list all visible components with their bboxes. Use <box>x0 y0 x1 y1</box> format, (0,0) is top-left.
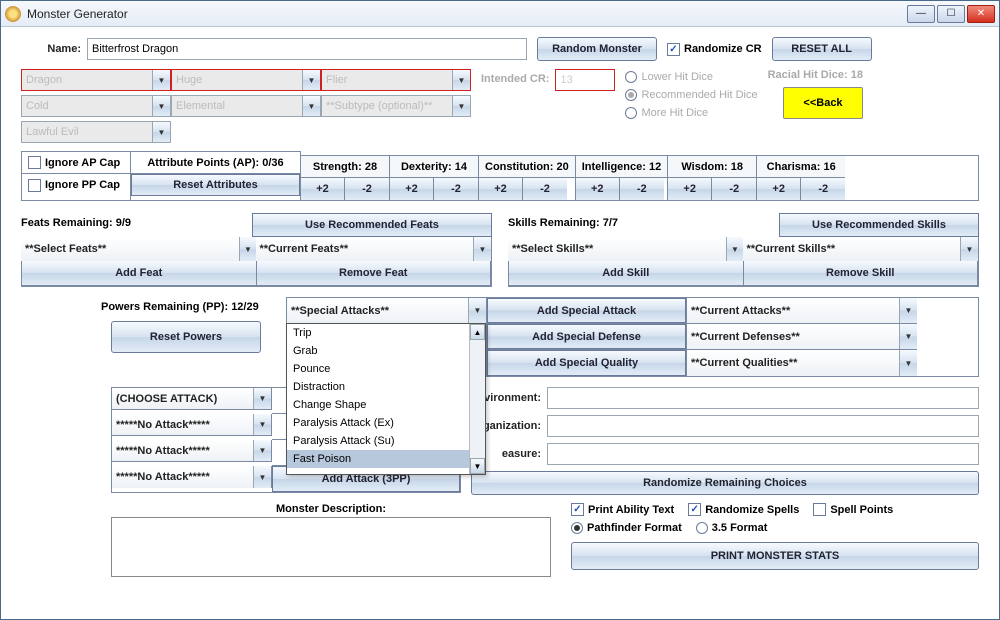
use-rec-feats-button[interactable]: Use Recommended Feats <box>252 213 492 237</box>
attack-slot-1[interactable]: *****No Attack*****▼ <box>112 414 272 436</box>
subtype-dropdown[interactable]: **Subtype (optional)**▼ <box>321 95 471 117</box>
stat-1: Dexterity: 14 <box>390 156 478 178</box>
name-label: Name: <box>21 43 81 55</box>
dropdown-scrollbar[interactable]: ▲ ▼ <box>469 324 485 474</box>
print-stats-button[interactable]: PRINT MONSTER STATS <box>571 542 979 570</box>
stat-plus-1[interactable]: +2 <box>390 178 434 200</box>
select-skills-dropdown[interactable]: **Select Skills**▼ <box>508 237 744 261</box>
dropdown-item-6[interactable]: Paralysis Attack (Su) <box>287 432 469 450</box>
description-label: Monster Description: <box>111 503 551 515</box>
reset-attributes-button[interactable]: Reset Attributes <box>131 174 300 196</box>
use-rec-skills-button[interactable]: Use Recommended Skills <box>779 213 979 237</box>
stat-minus-0[interactable]: -2 <box>345 178 389 200</box>
element-dropdown[interactable]: Cold▼ <box>21 95 171 117</box>
add-special-attack-button[interactable]: Add Special Attack <box>487 298 686 323</box>
choose-attack-dropdown[interactable]: (CHOOSE ATTACK)▼ <box>112 388 272 410</box>
select-feats-dropdown[interactable]: **Select Feats**▼ <box>21 237 257 261</box>
back-button[interactable]: <<Back <box>783 87 863 119</box>
add-special-quality-button[interactable]: Add Special Quality <box>487 350 686 376</box>
category-dropdown[interactable]: Elemental▼ <box>171 95 321 117</box>
lower-hd-radio[interactable]: Lower Hit Dice <box>625 71 757 83</box>
more-hd-radio[interactable]: More Hit Dice <box>625 107 757 119</box>
randomize-cr-checkbox[interactable]: ✓Randomize CR <box>667 43 762 56</box>
racial-hd-label: Racial Hit Dice: 18 <box>768 69 863 81</box>
dropdown-item-5[interactable]: Paralysis Attack (Ex) <box>287 414 469 432</box>
stat-minus-4[interactable]: -2 <box>712 178 756 200</box>
type-dropdown[interactable]: Dragon▼ <box>21 69 171 91</box>
stat-plus-2[interactable]: +2 <box>479 178 523 200</box>
maximize-button[interactable]: ☐ <box>937 5 965 23</box>
stat-plus-0[interactable]: +2 <box>301 178 345 200</box>
organization-input[interactable] <box>547 415 979 437</box>
alignment-dropdown[interactable]: Lawful Evil▼ <box>21 121 171 143</box>
stat-plus-3[interactable]: +2 <box>576 178 620 200</box>
close-button[interactable]: ✕ <box>967 5 995 23</box>
powers-remaining-label: Powers Remaining (PP): 12/29 <box>21 297 276 321</box>
movement-dropdown[interactable]: Flier▼ <box>321 69 471 91</box>
reset-all-button[interactable]: RESET ALL <box>772 37 872 61</box>
dropdown-item-3[interactable]: Distraction <box>287 378 469 396</box>
stat-4: Wisdom: 18 <box>668 156 756 178</box>
name-input[interactable] <box>87 38 527 60</box>
reset-powers-button[interactable]: Reset Powers <box>111 321 261 353</box>
stat-minus-5[interactable]: -2 <box>801 178 845 200</box>
stat-3: Intelligence: 12 <box>576 156 667 178</box>
add-feat-button[interactable]: Add Feat <box>22 261 256 285</box>
current-attacks-dropdown[interactable]: **Current Attacks**▼ <box>687 298 917 324</box>
stat-minus-1[interactable]: -2 <box>434 178 478 200</box>
stat-minus-2[interactable]: -2 <box>523 178 567 200</box>
special-attacks-dropdown-list[interactable]: TripGrabPounceDistractionChange ShapePar… <box>286 323 486 475</box>
size-dropdown[interactable]: Huge▼ <box>171 69 321 91</box>
intended-cr-input[interactable] <box>555 69 615 91</box>
attack-slot-2[interactable]: *****No Attack*****▼ <box>112 440 272 462</box>
stat-2: Constitution: 20 <box>479 156 575 178</box>
remove-skill-button[interactable]: Remove Skill <box>744 261 978 285</box>
description-textarea[interactable] <box>111 517 551 577</box>
stat-0: Strength: 28 <box>301 156 389 178</box>
special-attacks-dropdown[interactable]: **Special Attacks**▼ <box>287 298 487 324</box>
dropdown-item-1[interactable]: Grab <box>287 342 469 360</box>
stat-plus-4[interactable]: +2 <box>668 178 712 200</box>
ap-label: Attribute Points (AP): 0/36 <box>131 152 300 174</box>
current-defenses-dropdown[interactable]: **Current Defenses**▼ <box>687 324 917 350</box>
attack-slot-3[interactable]: *****No Attack*****▼ <box>112 466 272 488</box>
dropdown-item-0[interactable]: Trip <box>287 324 469 342</box>
randomize-spells-checkbox[interactable]: ✓Randomize Spells <box>688 503 799 516</box>
minimize-button[interactable]: — <box>907 5 935 23</box>
pathfinder-format-radio[interactable]: Pathfinder Format <box>571 522 682 534</box>
random-monster-button[interactable]: Random Monster <box>537 37 657 61</box>
rec-hd-radio[interactable]: Recommended Hit Dice <box>625 89 757 101</box>
app-icon <box>5 6 21 22</box>
remove-feat-button[interactable]: Remove Feat <box>257 261 491 285</box>
stat-plus-5[interactable]: +2 <box>757 178 801 200</box>
add-special-defense-button[interactable]: Add Special Defense <box>487 324 686 349</box>
feats-remaining-label: Feats Remaining: 9/9 <box>21 213 252 237</box>
current-qualities-dropdown[interactable]: **Current Qualities**▼ <box>687 350 917 376</box>
stat-minus-3[interactable]: -2 <box>620 178 664 200</box>
35-format-radio[interactable]: 3.5 Format <box>696 522 768 534</box>
intended-cr-label: Intended CR: <box>481 69 549 85</box>
spell-points-checkbox[interactable]: Spell Points <box>813 503 893 516</box>
window-title: Monster Generator <box>27 7 907 21</box>
randomize-remaining-button[interactable]: Randomize Remaining Choices <box>471 471 979 495</box>
current-feats-dropdown[interactable]: **Current Feats**▼ <box>256 237 492 261</box>
print-ability-checkbox[interactable]: ✓Print Ability Text <box>571 503 674 516</box>
ignore-pp-checkbox[interactable]: Ignore PP Cap <box>28 179 120 192</box>
add-skill-button[interactable]: Add Skill <box>509 261 743 285</box>
current-skills-dropdown[interactable]: **Current Skills**▼ <box>743 237 979 261</box>
ignore-ap-checkbox[interactable]: Ignore AP Cap <box>28 156 120 169</box>
environment-input[interactable] <box>547 387 979 409</box>
dropdown-item-2[interactable]: Pounce <box>287 360 469 378</box>
stat-5: Charisma: 16 <box>757 156 845 178</box>
treasure-input[interactable] <box>547 443 979 465</box>
dropdown-item-4[interactable]: Change Shape <box>287 396 469 414</box>
dropdown-item-7[interactable]: Fast Poison <box>287 450 469 468</box>
skills-remaining-label: Skills Remaining: 7/7 <box>508 213 779 237</box>
